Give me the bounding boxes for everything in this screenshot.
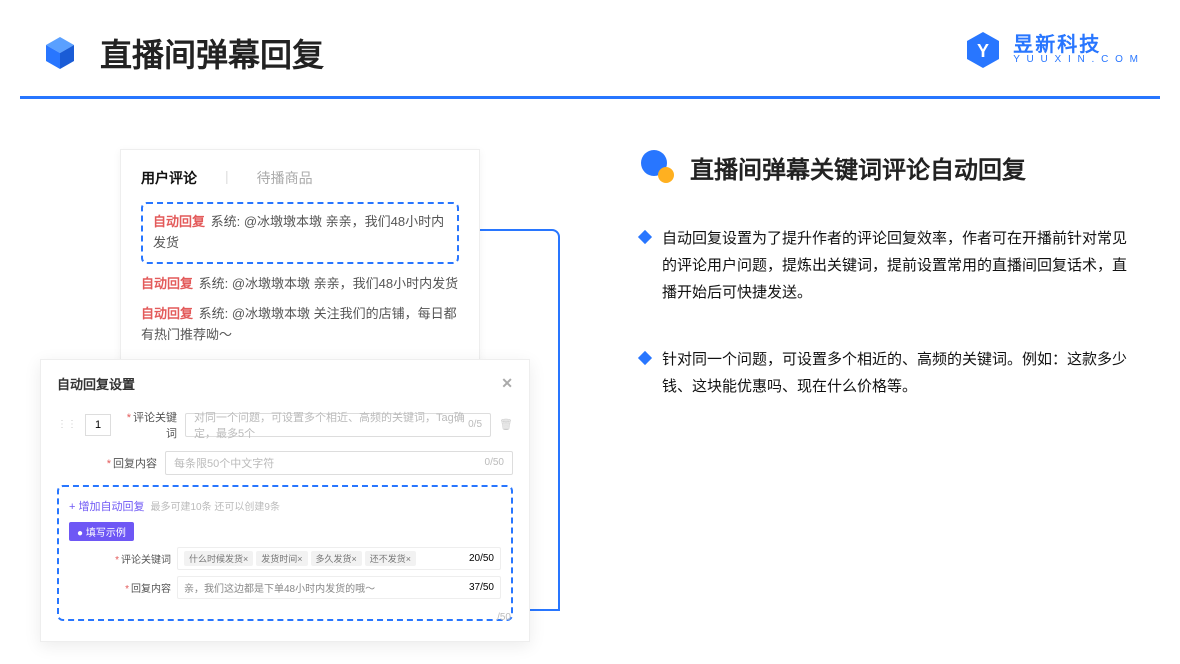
keyword-input[interactable]: 对同一个问题，可设置多个相近、高频的关键词，Tag确定，最多5个0/5 [185,413,491,437]
section-title: 直播间弹幕关键词评论自动回复 [690,150,1026,185]
comment-panel: 用户评论 | 待播商品 自动回复 系统: @冰墩墩本墩 亲亲，我们48小时内发货… [120,149,480,365]
highlighted-comment: 自动回复 系统: @冰墩墩本墩 亲亲，我们48小时内发货 [141,202,459,264]
close-icon[interactable]: ✕ [501,375,513,392]
chip[interactable]: 还不发货× [365,551,416,566]
tab-user-comments[interactable]: 用户评论 [141,168,197,188]
auto-reply-label: 自动回复 [153,214,205,229]
tab-pending-products[interactable]: 待播商品 [257,168,313,188]
ex-content-label: *回复内容 [113,580,171,595]
chip[interactable]: 多久发货× [311,551,362,566]
logo-icon: Y [963,30,1003,70]
keyword-label: *评论关键词 [119,409,177,441]
order-input[interactable] [85,414,111,436]
tabs: 用户评论 | 待播商品 [141,168,459,188]
auto-reply-settings-panel: 自动回复设置 ✕ ⋮⋮ *评论关键词 对同一个问题，可设置多个相近、高频的关键词… [40,359,530,642]
brand-logo: Y 昱新科技 Y U U X I N . C O M [963,30,1140,70]
connector-line [530,609,560,611]
example-content-input[interactable]: 亲，我们这边都是下单48小时内发货的哦～ 37/50 [177,576,501,599]
settings-title: 自动回复设置 [57,374,135,393]
auto-reply-label: 自动回复 [141,306,193,321]
example-tag: ● 填写示例 [69,522,134,541]
delete-icon[interactable]: 🗑 [499,418,513,431]
bullet-text: 自动回复设置为了提升作者的评论回复效率，作者可在开播前针对常见的评论用户问题，提… [662,225,1140,306]
add-hint: 最多可建10条 还可以创建9条 [150,502,279,513]
content-input[interactable]: 每条限50个中文字符0/50 [165,451,513,475]
bullet-item: 针对同一个问题，可设置多个相近的、高频的关键词。例如：这款多少钱、这块能优惠吗、… [640,346,1140,400]
overflow-count: /50 [497,612,511,623]
chat-bubble-icon [640,149,676,185]
chip[interactable]: 发货时间× [256,551,307,566]
bullet-item: 自动回复设置为了提升作者的评论回复效率，作者可在开播前针对常见的评论用户问题，提… [640,225,1140,306]
comment-text: 系统: @冰墩墩本墩 亲亲，我们48小时内发货 [199,276,459,291]
chip[interactable]: 什么时候发货× [184,551,253,566]
logo-name: 昱新科技 [1013,35,1140,55]
cube-icon [40,33,80,73]
diamond-icon [638,351,652,365]
logo-url: Y U U X I N . C O M [1013,55,1140,65]
drag-handle-icon[interactable]: ⋮⋮ [57,419,77,430]
example-keyword-chips[interactable]: 什么时候发货× 发货时间× 多久发货× 还不发货× 20/50 [177,547,501,570]
example-section: + 增加自动回复最多可建10条 还可以创建9条 ● 填写示例 *评论关键词 什么… [57,485,513,621]
content-label: *回复内容 [99,455,157,471]
diamond-icon [638,230,652,244]
page-title: 直播间弹幕回复 [100,30,324,76]
ex-keyword-label: *评论关键词 [113,551,171,566]
svg-text:Y: Y [977,41,989,61]
add-auto-reply-link[interactable]: + 增加自动回复 [69,498,144,514]
bullet-text: 针对同一个问题，可设置多个相近的、高频的关键词。例如：这款多少钱、这块能优惠吗、… [662,346,1140,400]
auto-reply-label: 自动回复 [141,276,193,291]
